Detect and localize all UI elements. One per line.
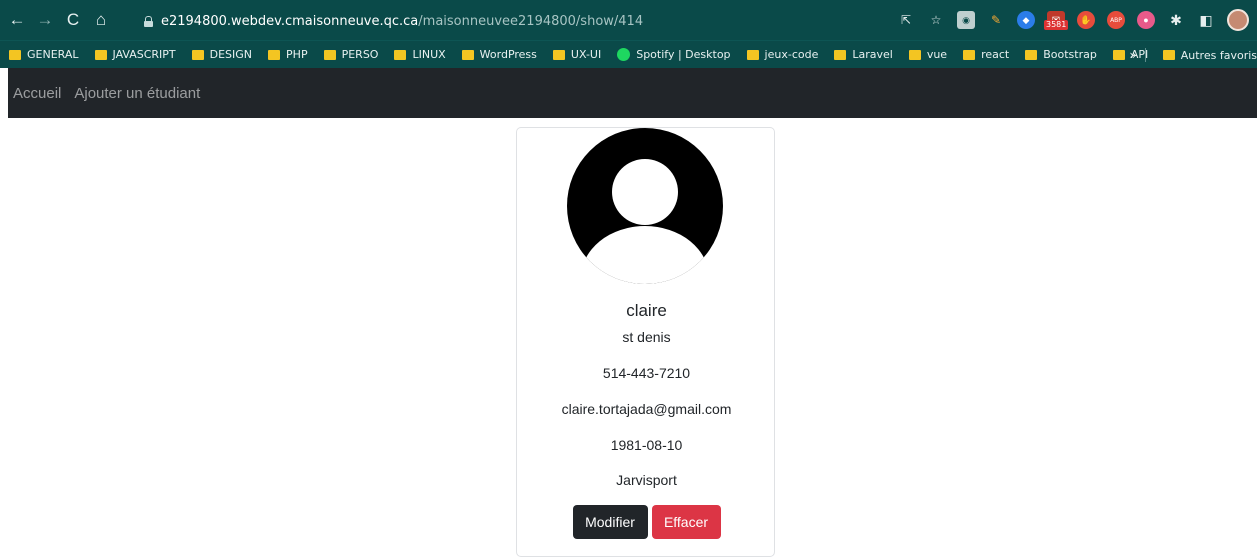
bookmark-label: UX-UI xyxy=(570,48,602,61)
reload-icon[interactable]: C xyxy=(62,9,84,31)
bookmark-label: jeux-code xyxy=(764,48,819,61)
spotify-icon xyxy=(617,48,631,61)
folder-icon xyxy=(461,49,474,60)
student-card: claire st denis 514-443-7210 claire.tort… xyxy=(516,127,775,557)
lock-icon xyxy=(144,15,153,27)
url-path: /maisonneuvee2194800/show/414 xyxy=(418,13,644,29)
bookmark-label: PERSO xyxy=(341,48,379,61)
folder-icon xyxy=(552,49,565,60)
folder-icon xyxy=(1112,49,1125,60)
bookmark-label: GENERAL xyxy=(27,48,79,61)
folder-icon xyxy=(94,49,107,60)
bookmark-folder[interactable]: WordPress xyxy=(453,45,544,65)
mail-badge: 3581 xyxy=(1044,20,1069,30)
bookmark-folder[interactable]: GENERAL xyxy=(0,45,86,65)
pencil-icon[interactable]: ✎ xyxy=(987,11,1005,29)
folder-icon xyxy=(9,49,21,60)
bookmark-folder[interactable]: PERSO xyxy=(315,45,386,65)
more-bookmarks-button[interactable]: » xyxy=(1129,48,1136,62)
folder-icon xyxy=(834,49,847,60)
diamond-icon[interactable]: ◆ xyxy=(1017,11,1035,29)
nav-link-add-student[interactable]: Ajouter un étudiant xyxy=(70,85,204,102)
star-icon[interactable]: ☆ xyxy=(927,11,945,29)
forward-arrow-icon[interactable]: → xyxy=(34,9,56,31)
folder-icon xyxy=(268,49,281,60)
avatar xyxy=(567,128,723,284)
folder-icon xyxy=(323,49,336,60)
student-name: claire xyxy=(626,301,667,320)
bookmark-label: react xyxy=(981,48,1010,61)
folder-icon xyxy=(394,49,407,60)
bookmark-label: WordPress xyxy=(479,48,537,61)
folder-icon xyxy=(191,49,204,60)
nav-link-home[interactable]: Accueil xyxy=(9,85,65,102)
student-phone: 514-443-7210 xyxy=(602,365,691,381)
bookmark-label: LINUX xyxy=(412,48,446,61)
student-address: st denis xyxy=(622,329,671,345)
bookmark-folder[interactable]: vue xyxy=(900,45,954,65)
puzzle-icon[interactable]: ✱ xyxy=(1167,11,1185,29)
bookmark-label: Bootstrap xyxy=(1043,48,1097,61)
other-bookmarks-folder[interactable]: Autres favoris xyxy=(1154,45,1257,65)
profile-avatar[interactable] xyxy=(1227,9,1249,31)
browser-toolbar: ← → C ⌂ e2194800.webdev.cmaisonneuve.qc.… xyxy=(0,0,1257,40)
bookmark-folder[interactable]: Laravel xyxy=(825,45,899,65)
bookmark-folder[interactable]: Bootstrap xyxy=(1016,45,1104,65)
bookmark-folder[interactable]: LINUX xyxy=(385,45,452,65)
bookmarks-divider xyxy=(1144,48,1146,62)
student-birthdate: 1981-08-10 xyxy=(610,437,683,453)
bookmark-label: Autres favoris xyxy=(1180,48,1257,62)
folder-icon xyxy=(908,49,921,60)
bookmarks-bar: GENERAL JAVASCRIPT DESIGN PHP PERSO LINU… xyxy=(0,40,1257,68)
hand-icon[interactable]: ✋ xyxy=(1077,11,1095,29)
back-arrow-icon[interactable]: ← xyxy=(6,9,28,31)
bookmark-folder[interactable]: react xyxy=(954,45,1016,65)
home-icon[interactable]: ⌂ xyxy=(90,9,112,31)
sidepanel-icon[interactable]: ◧ xyxy=(1197,11,1215,29)
user-avatar-icon xyxy=(567,128,723,284)
bookmark-spotify[interactable]: Spotify | Desktop xyxy=(608,45,737,65)
edit-button[interactable]: Modifier xyxy=(572,505,648,539)
bookmark-label: DESIGN xyxy=(209,48,253,61)
share-icon[interactable]: ⇱ xyxy=(897,11,915,29)
bookmark-folder[interactable]: JAVASCRIPT xyxy=(86,45,183,65)
bookmark-folder[interactable]: jeux-code xyxy=(738,45,826,65)
bookmark-folder[interactable]: UX-UI xyxy=(544,45,608,65)
mail-icon[interactable]: ✉3581 xyxy=(1044,11,1069,30)
address-bar[interactable]: e2194800.webdev.cmaisonneuve.qc.ca/maiso… xyxy=(130,8,990,34)
bookmarks-overflow: » Autres favoris xyxy=(1129,41,1257,69)
extensions-area: ⇱ ☆ ◉ ✎ ◆ ✉3581 ✋ ABP ● ✱ ◧ xyxy=(897,8,1257,32)
delete-button[interactable]: Effacer xyxy=(651,505,721,539)
student-city: Jarvisport xyxy=(616,472,677,488)
cat-icon[interactable]: ● xyxy=(1137,11,1155,29)
bookmark-label: PHP xyxy=(286,48,308,61)
bookmark-folder[interactable]: DESIGN xyxy=(183,45,259,65)
bookmark-label: JAVASCRIPT xyxy=(112,48,176,61)
card-actions: Modifier Effacer xyxy=(517,505,776,539)
bookmark-label: Laravel xyxy=(852,48,893,61)
adblock-icon[interactable]: ABP xyxy=(1107,11,1125,29)
bookmark-label: Spotify | Desktop xyxy=(636,48,731,61)
folder-icon xyxy=(963,49,976,60)
folder-icon xyxy=(746,49,759,60)
camera-icon[interactable]: ◉ xyxy=(957,11,975,29)
folder-icon xyxy=(1162,50,1175,60)
folder-icon xyxy=(1025,49,1038,60)
app-navbar: Accueil Ajouter un étudiant xyxy=(8,68,1257,118)
url-host: e2194800.webdev.cmaisonneuve.qc.ca xyxy=(161,13,419,29)
bookmark-label: vue xyxy=(926,48,948,61)
bookmark-folder[interactable]: PHP xyxy=(259,45,315,65)
student-email: claire.tortajada@gmail.com xyxy=(561,401,732,417)
